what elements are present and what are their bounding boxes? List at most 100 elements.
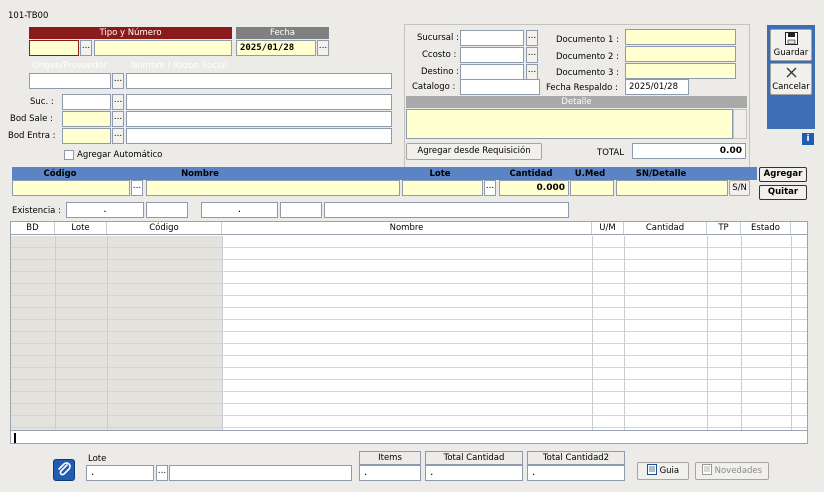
documento1-input[interactable]	[625, 29, 736, 45]
existencia-field-1: .	[66, 202, 144, 218]
sn-detalle-header: SN/Detalle	[635, 169, 687, 179]
lote-input[interactable]	[402, 180, 483, 196]
guia-button[interactable]: Guia	[637, 462, 689, 480]
lote-footer-label: Lote	[88, 454, 107, 464]
column-header-estado[interactable]: Estado	[741, 222, 791, 234]
agregar-automatico-checkbox[interactable]	[64, 150, 74, 160]
detalle-textarea[interactable]	[406, 109, 733, 139]
grid-header-row: BD Lote Código Nombre U/M Cantidad TP Es…	[11, 222, 807, 235]
suc-nombre-input[interactable]	[126, 94, 392, 110]
origen-lookup-button[interactable]: ...	[112, 73, 124, 89]
grid-divider	[624, 236, 625, 430]
agregar-automatico-label: Agregar Automático	[77, 150, 163, 160]
items-grid[interactable]: BD Lote Código Nombre U/M Cantidad TP Es…	[10, 221, 808, 444]
total-cantidad2-value: .	[527, 465, 625, 481]
sucursal-input[interactable]	[460, 30, 524, 46]
umed-input[interactable]	[570, 180, 614, 196]
detalle-header: Detalle	[406, 96, 747, 108]
bod-sale-lookup-button[interactable]: ...	[112, 111, 124, 127]
column-header-um[interactable]: U/M	[592, 222, 624, 234]
agregar-button[interactable]: Agregar	[759, 167, 807, 182]
destino-label: Destino :	[421, 67, 460, 77]
existencia-field-3: .	[201, 202, 278, 218]
bod-entra-nombre-input[interactable]	[126, 128, 392, 144]
existencia-field-2	[146, 202, 188, 218]
bod-sale-nombre-input[interactable]	[126, 111, 392, 127]
codigo-input[interactable]	[12, 180, 130, 196]
items-value: .	[359, 465, 421, 481]
guardar-button[interactable]: Guardar	[770, 29, 812, 61]
info-icon[interactable]: i	[802, 133, 814, 145]
existencia-field-4	[280, 202, 322, 218]
detalle-scrollbar[interactable]	[733, 109, 747, 139]
grid-rows[interactable]	[11, 236, 807, 430]
quitar-button[interactable]: Quitar	[759, 185, 807, 200]
tipo-input[interactable]	[29, 40, 79, 56]
column-header-cantidad[interactable]: Cantidad	[624, 222, 707, 234]
cantidad-header: Cantidad	[509, 169, 553, 179]
catalogo-input[interactable]	[460, 79, 540, 95]
ccosto-lookup-button[interactable]: ...	[526, 47, 538, 63]
nombre-input[interactable]	[146, 180, 400, 196]
existencia-field-5	[324, 202, 569, 218]
fecha-picker-button[interactable]: ...	[317, 40, 329, 56]
column-header-lote[interactable]: Lote	[55, 222, 107, 234]
lote-footer-input[interactable]: .	[86, 465, 154, 481]
codigo-header: Código	[43, 169, 77, 179]
total-value: 0.00	[632, 143, 746, 159]
total-cantidad2-label: Total Cantidad2	[527, 451, 625, 465]
cancelar-button[interactable]: Cancelar	[770, 63, 812, 95]
origen-input[interactable]	[29, 73, 111, 89]
numero-input[interactable]	[94, 40, 232, 56]
cantidad-input[interactable]: 0.000	[499, 180, 569, 196]
window-title: 101-TB00	[8, 11, 49, 21]
ccosto-label: Ccosto :	[422, 50, 457, 60]
suc-lookup-button[interactable]: ...	[112, 94, 124, 110]
agregar-requisicion-button[interactable]: Agregar desde Requisición	[406, 143, 542, 160]
document-icon	[646, 464, 657, 475]
tipo-lookup-button[interactable]: ...	[80, 40, 92, 56]
column-header-bd[interactable]: BD	[11, 222, 55, 234]
bod-sale-input[interactable]	[62, 111, 111, 127]
sucursal-label: Sucursal :	[417, 33, 459, 43]
novedades-label: Novedades	[714, 466, 763, 476]
tipo-numero-header: Tipo y Número	[29, 27, 232, 39]
catalogo-label: Catalogo :	[412, 82, 456, 92]
documento1-label: Documento 1 :	[556, 35, 619, 45]
destino-input[interactable]	[460, 64, 524, 80]
grid-divider	[707, 236, 708, 430]
total-cantidad-value: .	[425, 465, 523, 481]
sucursal-lookup-button[interactable]: ...	[526, 30, 538, 46]
attach-button[interactable]	[53, 459, 75, 481]
fecha-respaldo-input[interactable]: 2025/01/28	[625, 79, 689, 95]
bod-sale-label: Bod Sale :	[10, 114, 53, 124]
documento3-label: Documento 3 :	[556, 68, 619, 78]
grid-divider	[222, 236, 223, 430]
destino-lookup-button[interactable]: ...	[526, 64, 538, 80]
razon-social-input[interactable]	[126, 73, 392, 89]
documento2-input[interactable]	[625, 46, 736, 62]
grid-edit-row[interactable]	[11, 430, 807, 443]
documento3-input[interactable]	[625, 63, 736, 79]
grid-divider	[592, 236, 593, 430]
sn-button[interactable]: S/N	[729, 180, 750, 196]
origen-proveedor-label: Origen/Proveedor	[32, 61, 107, 71]
column-header-nombre[interactable]: Nombre	[222, 222, 592, 234]
column-header-tp[interactable]: TP	[707, 222, 741, 234]
sn-detalle-input[interactable]	[616, 180, 728, 196]
grid-divider	[791, 236, 792, 430]
fecha-input[interactable]: 2025/01/28	[236, 40, 316, 56]
lote-lookup-button[interactable]: ...	[484, 180, 496, 196]
bod-entra-input[interactable]	[62, 128, 111, 144]
suc-input[interactable]	[62, 94, 111, 110]
text-cursor	[14, 433, 16, 443]
lote-footer-lookup-button[interactable]: ...	[156, 465, 168, 481]
existencia-label: Existencia :	[12, 206, 61, 216]
documento2-label: Documento 2 :	[556, 52, 619, 62]
codigo-lookup-button[interactable]: ...	[131, 180, 143, 196]
lote-footer-description	[169, 465, 352, 481]
bod-entra-lookup-button[interactable]: ...	[112, 128, 124, 144]
column-header-codigo[interactable]: Código	[107, 222, 222, 234]
novedades-button[interactable]: Novedades	[695, 462, 769, 480]
ccosto-input[interactable]	[460, 47, 524, 63]
